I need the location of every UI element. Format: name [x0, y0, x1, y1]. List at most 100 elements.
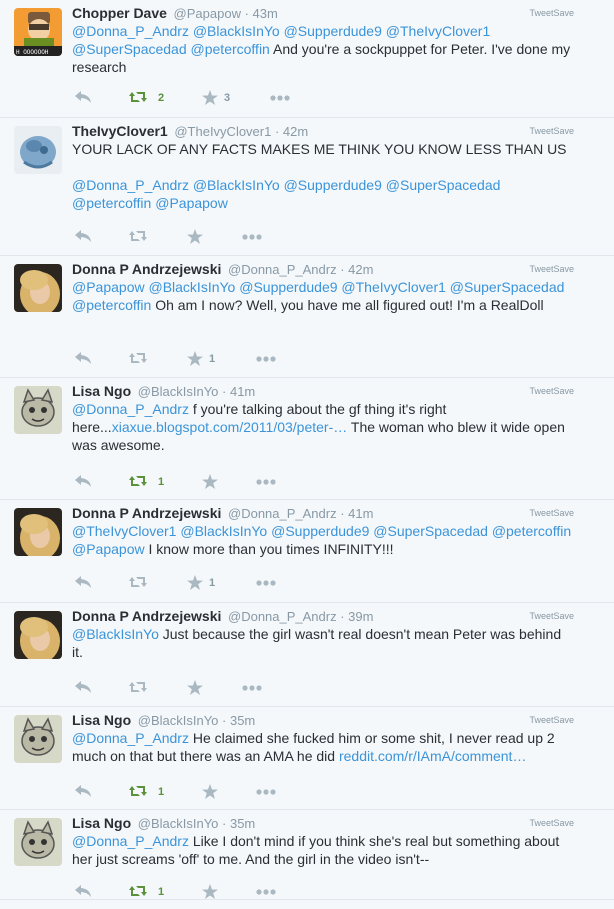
retweet-icon[interactable] — [128, 229, 148, 249]
tweet-timestamp[interactable]: · 42m — [340, 262, 373, 277]
mention-link[interactable]: @BlackIsInYo — [148, 279, 235, 295]
reply-icon[interactable] — [74, 680, 92, 700]
mention-link[interactable]: @BlackIsInYo — [193, 23, 280, 39]
user-avatar[interactable] — [14, 386, 62, 434]
tweet-timestamp[interactable]: · 39m — [340, 609, 373, 624]
user-avatar[interactable] — [14, 611, 62, 659]
reply-icon[interactable] — [74, 90, 92, 110]
more-options-icon[interactable] — [256, 356, 276, 376]
display-name[interactable]: Lisa Ngo — [72, 815, 131, 831]
favorite-icon[interactable] — [202, 784, 218, 804]
more-options-icon[interactable] — [256, 789, 276, 809]
tweet-item[interactable]: H OOOOOOH Chopper Dave @Papapow · 43m Tw… — [0, 0, 614, 118]
retweet-icon[interactable] — [128, 351, 148, 371]
favorite-icon[interactable] — [187, 229, 203, 249]
display-name[interactable]: Donna P Andrzejewski — [72, 261, 221, 277]
mention-link[interactable]: @petercoffin — [72, 195, 151, 211]
reply-icon[interactable] — [74, 229, 92, 249]
display-name[interactable]: Chopper Dave — [72, 5, 167, 21]
mention-link[interactable]: @petercoffin — [72, 297, 151, 313]
tweet-timestamp[interactable]: · 42m — [275, 124, 308, 139]
mention-link[interactable]: @Supperdude9 — [284, 23, 382, 39]
user-handle[interactable]: @Donna_P_Andrz — [228, 506, 337, 521]
url-link[interactable]: reddit.com/r/IAmA/comment… — [339, 748, 527, 764]
user-handle[interactable]: @Donna_P_Andrz — [228, 609, 337, 624]
tweet-item[interactable]: Donna P Andrzejewski @Donna_P_Andrz · 41… — [0, 500, 614, 603]
mention-link[interactable]: @Papapow — [155, 195, 228, 211]
retweet-icon[interactable] — [128, 784, 148, 804]
retweet-icon[interactable] — [128, 680, 148, 700]
mention-link[interactable]: @BlackIsInYo — [180, 523, 267, 539]
user-avatar[interactable] — [14, 508, 62, 556]
mention-link[interactable]: @Supperdude9 — [284, 177, 382, 193]
user-avatar[interactable]: H OOOOOOH — [14, 8, 62, 56]
tweet-item[interactable]: Lisa Ngo @BlackIsInYo · 41m TweetSave @D… — [0, 378, 614, 500]
mention-link[interactable]: @petercoffin — [492, 523, 571, 539]
more-options-icon[interactable] — [256, 580, 276, 600]
display-name[interactable]: TheIvyClover1 — [72, 123, 168, 139]
tweet-item[interactable]: Donna P Andrzejewski @Donna_P_Andrz · 39… — [0, 603, 614, 707]
mention-link[interactable]: @petercoffin — [191, 41, 270, 57]
retweet-icon[interactable] — [128, 884, 148, 904]
mention-link[interactable]: @BlackIsInYo — [72, 626, 159, 642]
mention-link[interactable]: @Donna_P_Andrz — [72, 23, 189, 39]
favorite-icon[interactable] — [187, 680, 203, 700]
reply-icon[interactable] — [74, 884, 92, 904]
user-handle[interactable]: @BlackIsInYo — [138, 384, 219, 399]
mention-link[interactable]: @SuperSpacedad — [450, 279, 565, 295]
user-handle[interactable]: @Donna_P_Andrz — [228, 262, 337, 277]
mention-link[interactable]: @Supperdude9 — [271, 523, 369, 539]
tweet-item[interactable]: Donna P Andrzejewski @Donna_P_Andrz · 42… — [0, 256, 614, 378]
mention-link[interactable]: @BlackIsInYo — [193, 177, 280, 193]
reply-icon[interactable] — [74, 575, 92, 595]
favorite-icon[interactable] — [187, 351, 203, 371]
user-handle[interactable]: @TheIvyClover1 — [174, 124, 271, 139]
tweet-timestamp[interactable]: · 35m — [222, 816, 255, 831]
mention-link[interactable]: @Supperdude9 — [239, 279, 337, 295]
user-handle[interactable]: @Papapow — [174, 6, 241, 21]
url-link[interactable]: xiaxue.blogspot.com/2011/03/peter-… — [112, 419, 348, 435]
mention-link[interactable]: @TheIvyClover1 — [341, 279, 445, 295]
user-avatar[interactable] — [14, 715, 62, 763]
more-options-icon[interactable] — [256, 479, 276, 499]
user-avatar[interactable] — [14, 126, 62, 174]
user-handle[interactable]: @BlackIsInYo — [138, 713, 219, 728]
favorite-icon[interactable] — [202, 884, 218, 904]
display-name[interactable]: Lisa Ngo — [72, 383, 131, 399]
mention-link[interactable]: @Donna_P_Andrz — [72, 401, 189, 417]
display-name[interactable]: Donna P Andrzejewski — [72, 505, 221, 521]
favorite-icon[interactable] — [187, 575, 203, 595]
favorite-icon[interactable] — [202, 474, 218, 494]
favorite-icon[interactable] — [202, 90, 218, 110]
mention-link[interactable]: @Donna_P_Andrz — [72, 177, 189, 193]
display-name[interactable]: Lisa Ngo — [72, 712, 131, 728]
reply-icon[interactable] — [74, 351, 92, 371]
tweet-timestamp[interactable]: · 43m — [245, 6, 278, 21]
mention-link[interactable]: @SuperSpacedad — [386, 177, 501, 193]
mention-link[interactable]: @TheIvyClover1 — [386, 23, 490, 39]
more-options-icon[interactable] — [256, 889, 276, 909]
reply-icon[interactable] — [74, 784, 92, 804]
user-handle[interactable]: @BlackIsInYo — [138, 816, 219, 831]
user-avatar[interactable] — [14, 264, 62, 312]
more-options-icon[interactable] — [242, 234, 262, 254]
retweet-icon[interactable] — [128, 90, 148, 110]
mention-link[interactable]: @Donna_P_Andrz — [72, 730, 189, 746]
mention-link[interactable]: @SuperSpacedad — [373, 523, 488, 539]
mention-link[interactable]: @Papapow — [72, 279, 145, 295]
retweet-icon[interactable] — [128, 474, 148, 494]
mention-link[interactable]: @SuperSpacedad — [72, 41, 187, 57]
more-options-icon[interactable] — [242, 685, 262, 705]
tweet-timestamp[interactable]: · 41m — [340, 506, 373, 521]
tweet-timestamp[interactable]: · 41m — [222, 384, 255, 399]
tweet-item[interactable]: Lisa Ngo @BlackIsInYo · 35m TweetSave @D… — [0, 707, 614, 810]
more-options-icon[interactable] — [270, 95, 290, 115]
user-avatar[interactable] — [14, 818, 62, 866]
retweet-icon[interactable] — [128, 575, 148, 595]
mention-link[interactable]: @Papapow — [72, 541, 145, 557]
tweet-timestamp[interactable]: · 35m — [222, 713, 255, 728]
mention-link[interactable]: @Donna_P_Andrz — [72, 833, 189, 849]
mention-link[interactable]: @TheIvyClover1 — [72, 523, 176, 539]
tweet-item[interactable]: TheIvyClover1 @TheIvyClover1 · 42m Tweet… — [0, 118, 614, 256]
display-name[interactable]: Donna P Andrzejewski — [72, 608, 221, 624]
